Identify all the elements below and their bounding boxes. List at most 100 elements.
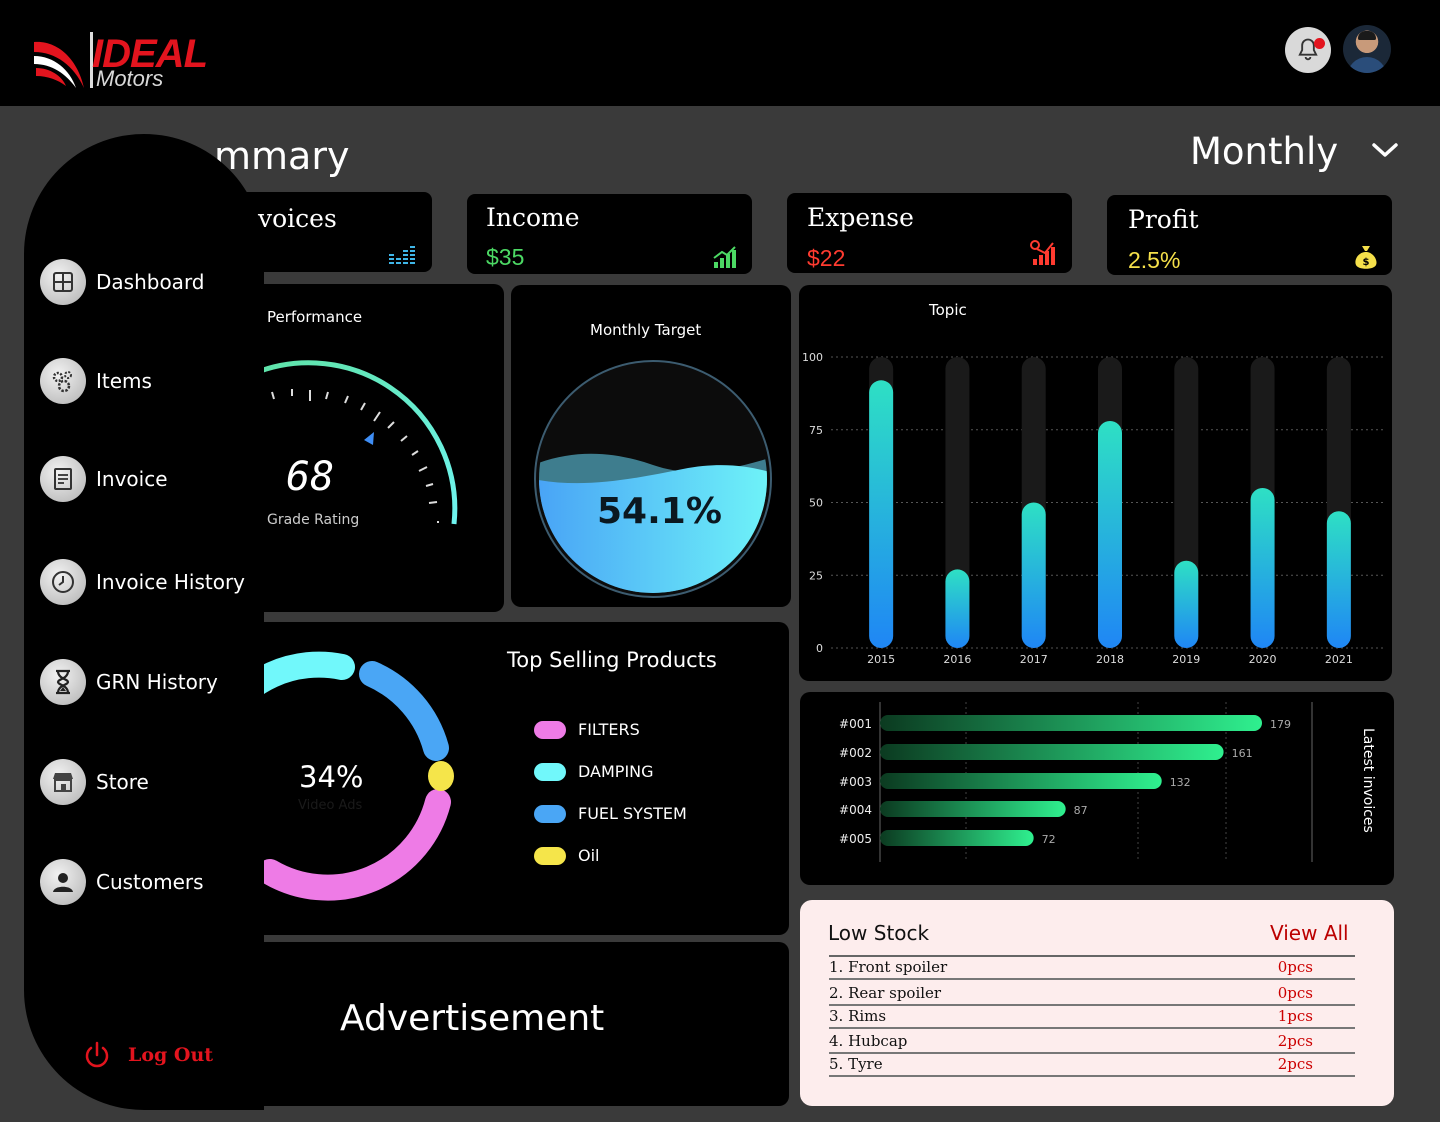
latest-invoices-panel: #001 179 #002 161 #003 132 #004 87 #005 72 Latest… bbox=[800, 692, 1394, 885]
low-stock-row[interactable]: 1. Front spoiler 0pcs bbox=[829, 958, 1355, 980]
monthly-target-gauge bbox=[534, 360, 772, 598]
low-stock-item-name: 5. Tyre bbox=[829, 1055, 883, 1073]
legend-label: Oil bbox=[578, 846, 600, 865]
sidebar-item-invoice[interactable]: Invoice bbox=[40, 455, 168, 503]
svg-text:$: $ bbox=[1363, 257, 1370, 268]
advertisement-label: Advertisement bbox=[340, 998, 605, 1039]
chevron-down-icon[interactable] bbox=[1370, 138, 1400, 162]
low-stock-title: Low Stock bbox=[828, 921, 930, 945]
sidebar-item-invoice-history[interactable]: Invoice History bbox=[40, 558, 245, 606]
sidebar-item-dashboard[interactable]: Dashboard bbox=[40, 258, 205, 306]
legend-swatch bbox=[534, 846, 566, 865]
expense-card[interactable]: Expense $22 bbox=[787, 193, 1072, 273]
topic-chart-panel: Topic 100 75 50 25 0 2015 2016 2017 2018 2019 2020… bbox=[799, 285, 1392, 681]
income-value: $35 bbox=[486, 244, 525, 270]
user-icon bbox=[40, 859, 86, 905]
sidebar-item-label: GRN History bbox=[96, 670, 218, 694]
dashboard-icon bbox=[40, 259, 86, 305]
low-stock-row[interactable]: 4. Hubcap 2pcs bbox=[829, 1032, 1355, 1054]
x-tick-label: 2015 bbox=[867, 653, 895, 666]
performance-title: Performance bbox=[267, 308, 363, 326]
profit-label: Profit bbox=[1128, 205, 1199, 234]
latest-invoices-title: Latest invoices bbox=[1360, 728, 1376, 833]
low-stock-row[interactable]: 5. Tyre 2pcs bbox=[829, 1055, 1355, 1077]
monthly-target-title: Monthly Target bbox=[590, 321, 702, 339]
sidebar-item-label: Customers bbox=[96, 870, 204, 894]
y-tick-label: 50 bbox=[809, 497, 823, 510]
profit-value: 2.5% bbox=[1128, 247, 1181, 273]
legend-item-oil: Oil bbox=[534, 846, 599, 865]
avatar-suit bbox=[1347, 57, 1387, 73]
brand-name-bottom: Motors bbox=[96, 66, 164, 91]
bar bbox=[1021, 502, 1046, 648]
period-select[interactable]: Monthly bbox=[1190, 130, 1338, 173]
performance-panel: Performance 68 Grade Rating bbox=[230, 284, 504, 612]
sidebar-item-grn-history[interactable]: GRN History bbox=[40, 658, 218, 706]
bar bbox=[1098, 421, 1122, 648]
logout-label: Log Out bbox=[128, 1044, 214, 1066]
bar bbox=[1250, 487, 1275, 648]
legend-swatch bbox=[534, 762, 566, 781]
legend-swatch bbox=[534, 804, 566, 823]
legend-item-filters: FILTERS bbox=[534, 720, 640, 739]
avatar[interactable] bbox=[1343, 25, 1391, 73]
sidebar-item-items[interactable]: Items bbox=[40, 357, 152, 405]
expense-value: $22 bbox=[807, 245, 846, 271]
low-stock-panel: Low Stock View All 1. Front spoiler 0pcs… bbox=[800, 900, 1394, 1106]
bar bbox=[880, 830, 1034, 846]
top-selling-center-value: 34% bbox=[299, 760, 364, 794]
bar bbox=[880, 801, 1066, 817]
expense-label: Expense bbox=[807, 203, 914, 232]
profit-card[interactable]: Profit 2.5% $ bbox=[1107, 195, 1392, 275]
income-label: Income bbox=[486, 203, 580, 232]
low-stock-item-qty: 2pcs bbox=[1277, 1055, 1313, 1073]
sidebar-item-customers[interactable]: Customers bbox=[40, 858, 204, 906]
hourglass-icon bbox=[40, 659, 86, 705]
low-stock-row[interactable]: 2. Rear spoiler 0pcs bbox=[829, 984, 1355, 1006]
page-title: mmary bbox=[214, 134, 350, 178]
brand-logo[interactable]: IDEAL Motors bbox=[30, 28, 230, 94]
low-stock-row[interactable]: 3. Rims 1pcs bbox=[829, 1007, 1355, 1029]
data-label: 179 bbox=[1270, 718, 1291, 731]
legend-label: FUEL SYSTEM bbox=[578, 804, 687, 823]
y-tick-label: 0 bbox=[816, 642, 823, 655]
data-label: 161 bbox=[1232, 747, 1253, 760]
legend-label: FILTERS bbox=[578, 720, 640, 739]
monthly-target-value: 54.1% bbox=[597, 491, 722, 532]
x-tick-label: 2020 bbox=[1249, 653, 1277, 666]
low-stock-item-name: 4. Hubcap bbox=[829, 1032, 908, 1050]
gears-icon bbox=[40, 358, 86, 404]
logo-swoosh-icon bbox=[34, 41, 84, 88]
bar bbox=[880, 715, 1262, 731]
x-tick-label: 2017 bbox=[1020, 653, 1048, 666]
monthly-target-panel: Monthly Target 54.1% bbox=[511, 285, 791, 607]
clock-icon bbox=[40, 559, 86, 605]
latest-invoices-chart: #001 179 #002 161 #003 132 #004 87 #005 72 bbox=[839, 702, 1313, 862]
bar bbox=[880, 744, 1224, 760]
legend-swatch bbox=[534, 720, 566, 739]
x-tick-label: 2019 bbox=[1172, 653, 1200, 666]
low-stock-item-qty: 0pcs bbox=[1277, 958, 1313, 976]
notification-badge bbox=[1314, 38, 1325, 49]
low-stock-item-name: 2. Rear spoiler bbox=[829, 984, 942, 1002]
x-tick-label: 2021 bbox=[1325, 653, 1353, 666]
low-stock-item-qty: 0pcs bbox=[1277, 984, 1313, 1002]
sidebar-item-store[interactable]: Store bbox=[40, 758, 149, 806]
chart-up-icon bbox=[713, 246, 736, 268]
view-all-link[interactable]: View All bbox=[1270, 921, 1348, 945]
top-selling-center-caption: Video Ads bbox=[298, 798, 363, 813]
top-selling-donut bbox=[230, 651, 454, 901]
performance-caption: Grade Rating bbox=[267, 512, 360, 528]
sidebar-item-label: Dashboard bbox=[96, 270, 205, 294]
sidebar-item-label: Invoice History bbox=[96, 570, 246, 594]
low-stock-divider bbox=[829, 955, 1355, 957]
legend-item-fuel-system: FUEL SYSTEM bbox=[534, 804, 687, 823]
bar bbox=[1326, 511, 1351, 648]
bar bbox=[869, 380, 894, 648]
notifications-button[interactable] bbox=[1285, 27, 1331, 73]
income-card[interactable]: Income $35 bbox=[467, 194, 752, 274]
low-stock-item-name: 3. Rims bbox=[829, 1007, 887, 1025]
data-label: 72 bbox=[1042, 833, 1056, 846]
low-stock-item-qty: 2pcs bbox=[1277, 1032, 1313, 1050]
logout-button[interactable]: Log Out bbox=[82, 1040, 213, 1070]
